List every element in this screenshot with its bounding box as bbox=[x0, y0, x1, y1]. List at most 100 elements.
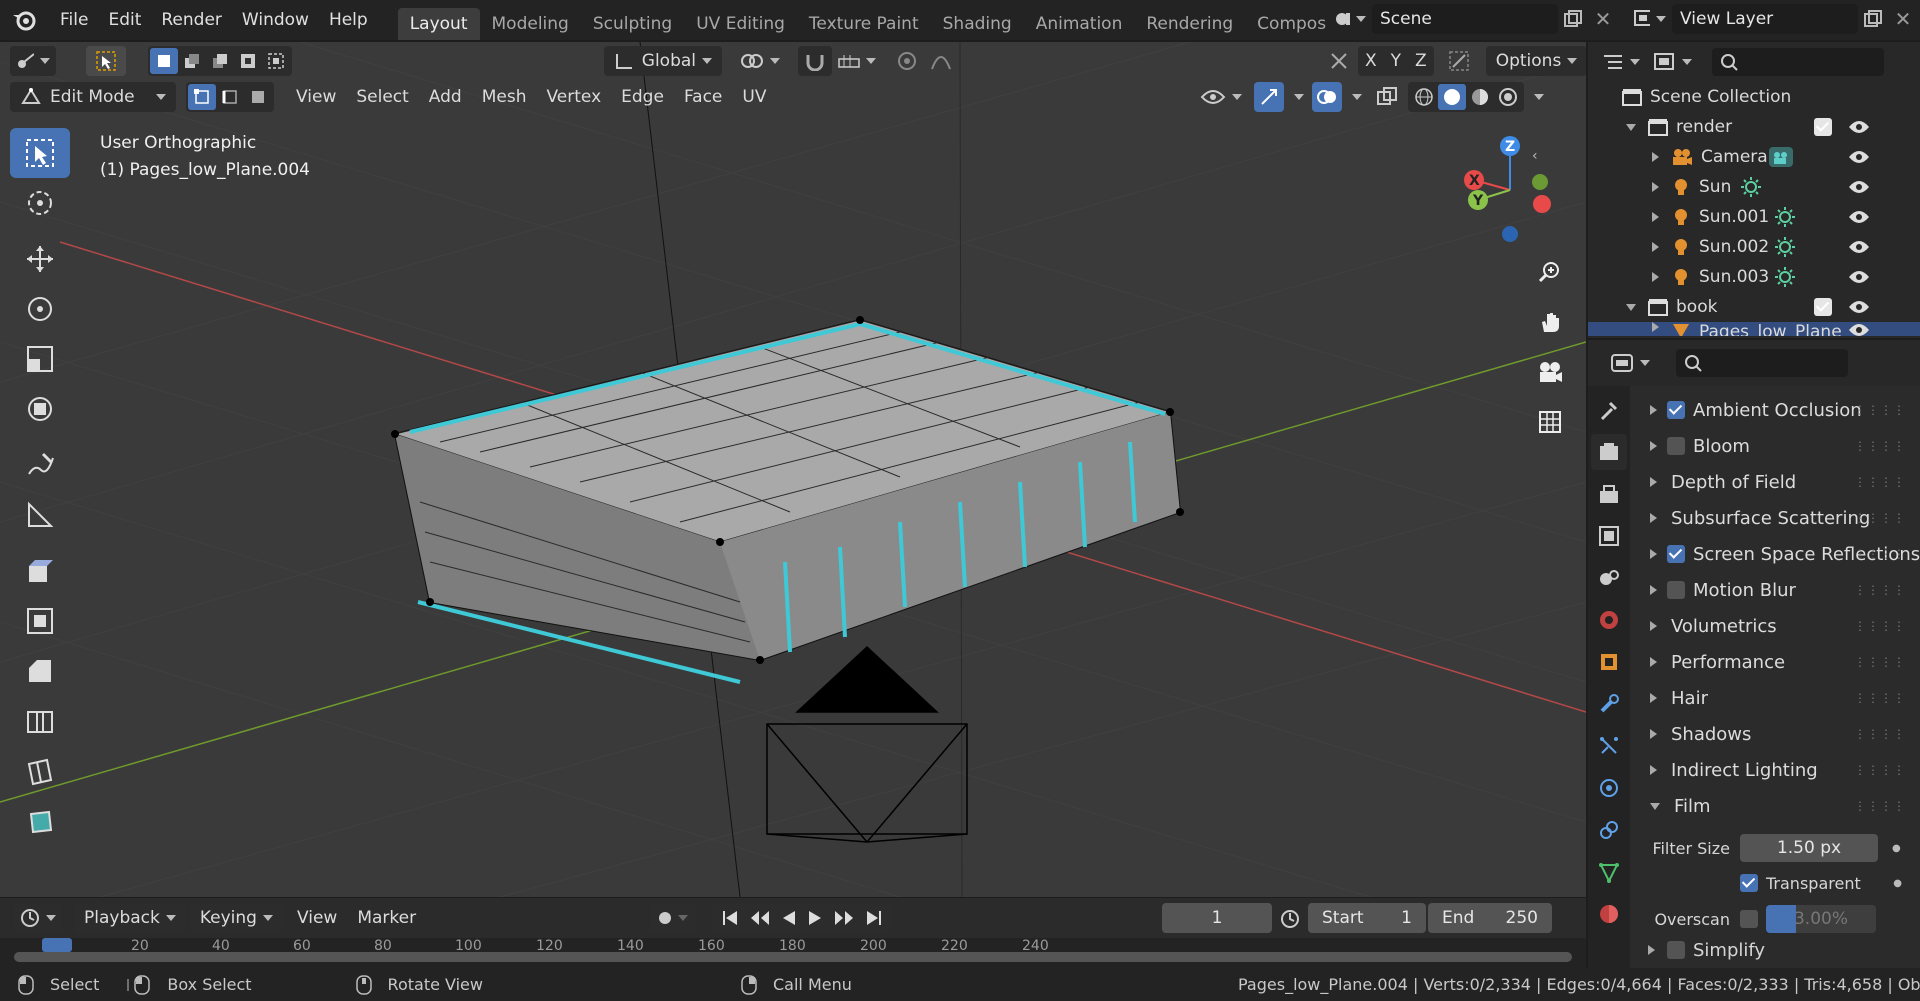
world-tab-icon[interactable] bbox=[1591, 602, 1627, 638]
blender-logo-icon[interactable] bbox=[0, 9, 50, 31]
proportional-edit-icon[interactable] bbox=[890, 46, 924, 76]
box-select-subtract-icon[interactable] bbox=[206, 48, 234, 74]
display-mode-icon[interactable] bbox=[1650, 47, 1696, 77]
extrude-tool-icon[interactable] bbox=[10, 546, 70, 596]
timeline-scrollbar[interactable] bbox=[14, 952, 1572, 962]
tab-layout[interactable]: Layout bbox=[397, 8, 480, 40]
end-frame-field[interactable]: End 250 bbox=[1428, 903, 1552, 933]
output-tab-icon[interactable] bbox=[1591, 476, 1627, 512]
visibility-eye-icon[interactable] bbox=[1848, 299, 1870, 315]
face-select-icon[interactable] bbox=[244, 84, 272, 110]
panel-depth-of-field[interactable]: Depth of Field ⋮⋮⋮⋮ bbox=[1640, 464, 1920, 500]
filter-size-keyframe-icon[interactable]: ● bbox=[1892, 843, 1901, 854]
drag-handle-icon[interactable]: ⋮⋮⋮⋮ bbox=[1854, 439, 1906, 453]
3d-viewport[interactable]: Global X Y Z Options Edit Mode View Selec… bbox=[0, 42, 1586, 897]
panel-bloom[interactable]: Bloom ⋮⋮⋮⋮ bbox=[1640, 428, 1920, 464]
preview-range-icon[interactable] bbox=[1272, 907, 1308, 929]
rotate-tool-icon[interactable] bbox=[10, 284, 70, 334]
jump-keyframe-forward-icon[interactable] bbox=[828, 903, 860, 933]
edge-select-icon[interactable] bbox=[216, 84, 244, 110]
current-frame-field[interactable]: 1 bbox=[1162, 903, 1272, 933]
playhead[interactable] bbox=[42, 938, 72, 952]
drag-handle-icon[interactable]: ⋮⋮⋮⋮ bbox=[1854, 511, 1906, 525]
panel-expand-icon[interactable] bbox=[1650, 693, 1657, 703]
annotate-tool-icon[interactable] bbox=[10, 440, 70, 490]
panel-enable-checkbox[interactable] bbox=[1667, 437, 1685, 455]
gizmo-toggle-icon[interactable] bbox=[1254, 82, 1284, 112]
viewport-menu-mesh[interactable]: Mesh bbox=[472, 82, 537, 112]
panel-screen-space-reflections[interactable]: Screen Space Reflections ⋮⋮⋮⋮ bbox=[1640, 536, 1920, 572]
mirror-icon[interactable] bbox=[1324, 46, 1354, 76]
light-data-icon[interactable] bbox=[1774, 236, 1796, 258]
tab-sculpting[interactable]: Sculpting bbox=[581, 8, 684, 40]
menu-file[interactable]: File bbox=[50, 0, 98, 40]
panel-expand-icon[interactable] bbox=[1650, 549, 1657, 559]
shading-solid-icon[interactable] bbox=[1438, 84, 1466, 110]
tab-uv-editing[interactable]: UV Editing bbox=[684, 8, 797, 40]
mode-dropdown[interactable]: Edit Mode bbox=[10, 82, 176, 112]
simplify-checkbox[interactable] bbox=[1667, 941, 1685, 959]
modifier-tab-icon[interactable] bbox=[1591, 686, 1627, 722]
overscan-checkbox[interactable] bbox=[1740, 910, 1758, 928]
measure-tool-icon[interactable] bbox=[10, 490, 70, 540]
panel-enable-checkbox[interactable] bbox=[1667, 545, 1685, 563]
knife-tool-icon[interactable] bbox=[10, 746, 70, 796]
tab-texture-paint[interactable]: Texture Paint bbox=[797, 8, 931, 40]
scene-name-field[interactable]: Scene bbox=[1372, 4, 1558, 34]
tab-rendering[interactable]: Rendering bbox=[1134, 8, 1245, 40]
visibility-eye-icon[interactable] bbox=[1848, 119, 1870, 135]
drag-handle-icon[interactable]: ⋮⋮⋮⋮ bbox=[1854, 475, 1906, 489]
jump-end-icon[interactable] bbox=[860, 903, 888, 933]
box-select-invert-icon[interactable] bbox=[234, 48, 262, 74]
panel-expand-icon[interactable] bbox=[1650, 621, 1657, 631]
properties-editor-type-icon[interactable] bbox=[1606, 348, 1654, 378]
timeline-menu-keying[interactable]: Keying bbox=[189, 903, 283, 933]
viewport-menu-view[interactable]: View bbox=[286, 82, 346, 112]
view-layer-icon[interactable] bbox=[1628, 4, 1672, 34]
shading-wireframe-icon[interactable] bbox=[1410, 84, 1438, 110]
snap-toggle-icon[interactable] bbox=[798, 46, 832, 76]
poly-build-tool-icon[interactable] bbox=[10, 796, 70, 846]
data-tab-icon[interactable] bbox=[1591, 854, 1627, 890]
inset-tool-icon[interactable] bbox=[10, 596, 70, 646]
loop-cut-tool-icon[interactable] bbox=[10, 696, 70, 746]
panel-expand-icon[interactable] bbox=[1650, 585, 1657, 595]
timeline-editor-type-icon[interactable] bbox=[14, 903, 62, 933]
jump-keyframe-back-icon[interactable] bbox=[744, 903, 776, 933]
panel-hair[interactable]: Hair ⋮⋮⋮⋮ bbox=[1640, 680, 1920, 716]
timeline-menu-playback[interactable]: Playback bbox=[74, 903, 186, 933]
expand-toggle-icon[interactable] bbox=[1652, 212, 1659, 222]
panel-film[interactable]: Film ⋮⋮⋮⋮ bbox=[1640, 788, 1920, 824]
material-tab-icon[interactable] bbox=[1591, 896, 1627, 932]
tab-shading[interactable]: Shading bbox=[931, 8, 1024, 40]
panel-indirect-lighting[interactable]: Indirect Lighting ⋮⋮⋮⋮ bbox=[1640, 752, 1920, 788]
camera-data-icon[interactable] bbox=[1768, 146, 1794, 168]
panel-expand-icon[interactable] bbox=[1650, 802, 1660, 810]
view-layer-field[interactable]: View Layer bbox=[1672, 4, 1858, 34]
play-icon[interactable] bbox=[802, 903, 828, 933]
outliner-item-render[interactable]: render bbox=[1588, 112, 1920, 142]
expand-toggle-icon[interactable] bbox=[1626, 303, 1636, 311]
shading-rendered-icon[interactable] bbox=[1494, 84, 1522, 110]
panel-shadows[interactable]: Shadows ⋮⋮⋮⋮ bbox=[1640, 716, 1920, 752]
delete-view-layer-icon[interactable]: ✕ bbox=[1888, 4, 1918, 34]
properties-search-input[interactable] bbox=[1676, 349, 1848, 377]
select-box-tool-icon[interactable] bbox=[10, 128, 70, 178]
falloff-icon[interactable] bbox=[924, 46, 958, 76]
drag-handle-icon[interactable]: ⋮⋮⋮⋮ bbox=[1854, 655, 1906, 669]
start-frame-field[interactable]: Start 1 bbox=[1308, 903, 1426, 933]
visibility-eye-icon[interactable] bbox=[1848, 149, 1870, 165]
outliner-item-camera[interactable]: Camera bbox=[1588, 142, 1920, 172]
outliner-item-sun-003[interactable]: Sun.003 bbox=[1588, 262, 1920, 292]
tool-tab-icon[interactable] bbox=[1591, 392, 1627, 428]
visibility-eye-icon[interactable] bbox=[1848, 269, 1870, 285]
mirror-y-button[interactable]: Y bbox=[1384, 46, 1408, 76]
select-mode-icon[interactable] bbox=[86, 46, 126, 76]
expand-toggle-icon[interactable] bbox=[1652, 272, 1659, 282]
viewport-menu-edge[interactable]: Edge bbox=[611, 82, 674, 112]
timeline-menu-view[interactable]: View bbox=[287, 903, 347, 933]
collection-exclude-checkbox[interactable] bbox=[1814, 298, 1832, 316]
light-data-icon[interactable] bbox=[1740, 176, 1762, 198]
scene-tab-icon[interactable] bbox=[1591, 560, 1627, 596]
jump-start-icon[interactable] bbox=[716, 903, 744, 933]
